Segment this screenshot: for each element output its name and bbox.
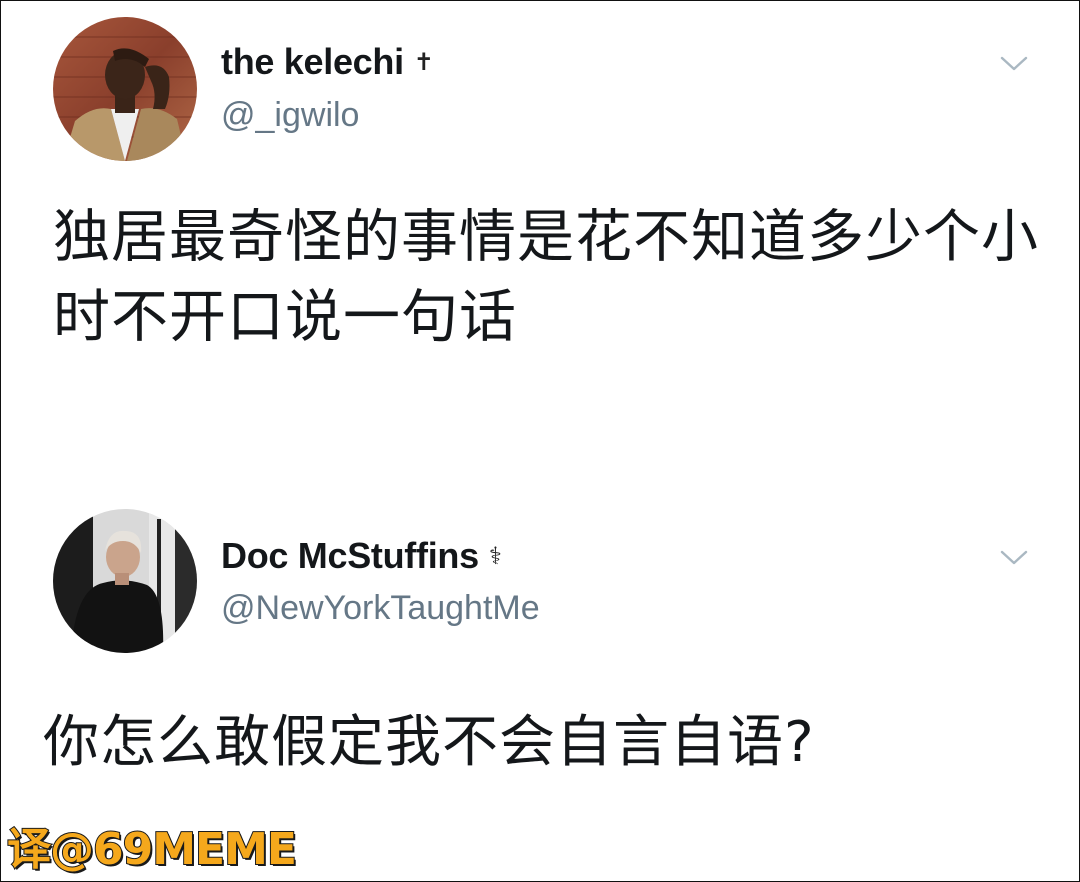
- tweet-text: 你怎么敢假定我不会自言自语?: [43, 710, 815, 775]
- avatar-man-icon[interactable]: [53, 17, 197, 161]
- avatar-woman-icon[interactable]: [53, 509, 197, 653]
- caduceus-icon: ⚕: [488, 542, 502, 570]
- chevron-down-icon[interactable]: [999, 53, 1029, 73]
- screenshot-frame: the kelechi ✝ @_igwilo 独居最奇怪的事情是花不知道多少个小…: [0, 0, 1080, 882]
- user-handle[interactable]: @NewYorkTaughtMe: [221, 589, 540, 628]
- tweet-text: 独居最奇怪的事情是花不知道多少个小时不开口说一句话: [53, 204, 1039, 350]
- chevron-down-icon[interactable]: [999, 547, 1029, 567]
- author-name-row: the kelechi ✝: [221, 41, 434, 83]
- display-name[interactable]: the kelechi: [221, 41, 404, 83]
- display-name[interactable]: Doc McStuffins: [221, 535, 479, 577]
- tweet-1: the kelechi ✝ @_igwilo 独居最奇怪的事情是花不知道多少个小…: [1, 1, 1079, 441]
- watermark: 译@69MEME: [6, 823, 298, 876]
- tweet-2: Doc McStuffins ⚕ @NewYorkTaughtMe 你怎么敢假定…: [1, 481, 1079, 811]
- user-handle[interactable]: @_igwilo: [221, 96, 359, 135]
- author-name-row: Doc McStuffins ⚕: [221, 535, 502, 577]
- cross-icon: ✝: [413, 48, 434, 76]
